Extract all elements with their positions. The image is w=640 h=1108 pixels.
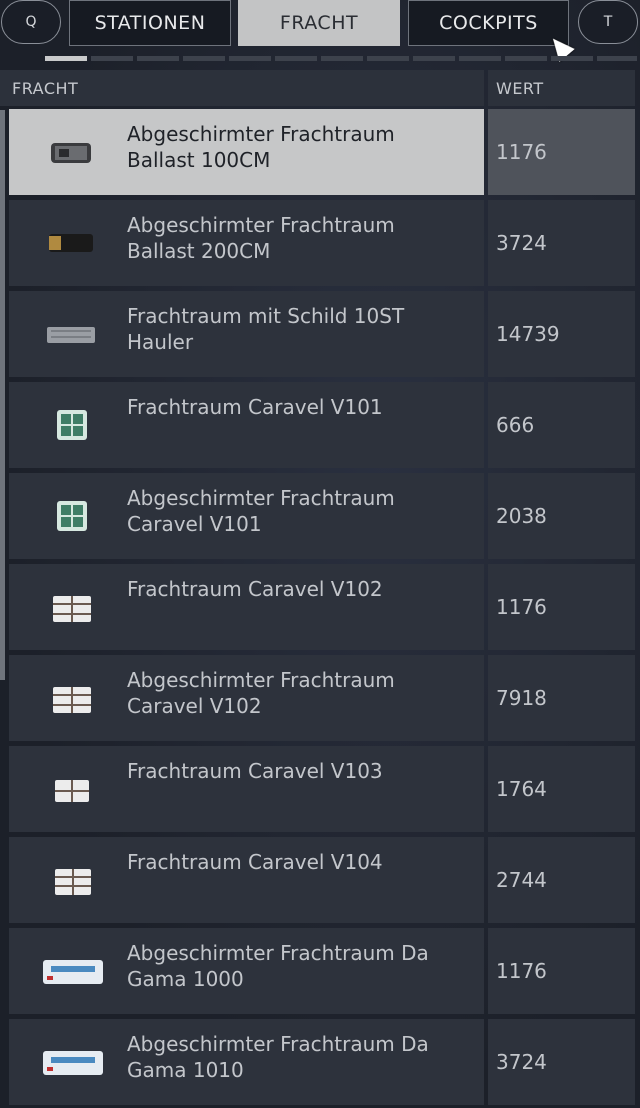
- table-row[interactable]: Frachtraum Caravel V104 2744: [9, 837, 635, 923]
- row-name-cell: Frachtraum Caravel V102: [9, 564, 484, 650]
- row-name-cell: Abgeschirmter Frachtraum Caravel V102: [9, 655, 484, 741]
- table-row[interactable]: Abgeschirmter Frachtraum Da Gama 1010 37…: [9, 1019, 635, 1105]
- cargo-module-icon: [53, 687, 91, 713]
- next-tab-key-hint[interactable]: T: [578, 0, 638, 44]
- row-value: 1176: [488, 928, 635, 1014]
- table-row[interactable]: Abgeschirmter Frachtraum Ballast 200CM 3…: [9, 200, 635, 286]
- page-segment: [137, 56, 179, 61]
- row-name: Frachtraum Caravel V102: [127, 577, 383, 601]
- row-value: 1764: [488, 746, 635, 832]
- table-row[interactable]: Abgeschirmter Frachtraum Caravel V102 79…: [9, 655, 635, 741]
- page-segment: [505, 56, 547, 61]
- list-scrollbar[interactable]: [0, 110, 5, 680]
- table-row[interactable]: Abgeschirmter Frachtraum Ballast 100CM 1…: [9, 109, 635, 195]
- cargo-module-icon: [49, 234, 93, 252]
- row-name: Abgeschirmter Frachtraum Ballast 100CM: [127, 122, 395, 172]
- page-segment: [321, 56, 363, 61]
- tab-stationen[interactable]: STATIONEN: [69, 0, 231, 46]
- page-indicator: [0, 56, 640, 62]
- table-row[interactable]: Frachtraum Caravel V101 666: [9, 382, 635, 468]
- page-segment: [367, 56, 409, 61]
- table-row[interactable]: Frachtraum Caravel V102 1176: [9, 564, 635, 650]
- row-name-cell: Abgeschirmter Frachtraum Caravel V101: [9, 473, 484, 559]
- tab-fracht[interactable]: FRACHT: [238, 0, 400, 46]
- row-name: Abgeschirmter Frachtraum Ballast 200CM: [127, 213, 395, 263]
- row-value: 3724: [488, 1019, 635, 1105]
- page-segment: [459, 56, 501, 61]
- row-name-cell: Frachtraum mit Schild 10ST Hauler: [9, 291, 484, 377]
- table-row[interactable]: Frachtraum mit Schild 10ST Hauler 14739: [9, 291, 635, 377]
- row-value: 3724: [488, 200, 635, 286]
- cargo-module-icon: [57, 410, 87, 440]
- page-segment: [275, 56, 317, 61]
- row-value: 7918: [488, 655, 635, 741]
- row-name-cell: Abgeschirmter Frachtraum Da Gama 1010: [9, 1019, 484, 1105]
- row-name: Abgeschirmter Frachtraum Caravel V102: [127, 668, 395, 718]
- row-value: 1176: [488, 109, 635, 195]
- page-segment: [183, 56, 225, 61]
- cargo-module-icon: [47, 327, 95, 343]
- cargo-module-icon: [51, 143, 91, 163]
- tab-cockpits[interactable]: COCKPITS: [408, 0, 569, 46]
- row-value: 666: [488, 382, 635, 468]
- row-name-cell: Abgeschirmter Frachtraum Ballast 100CM: [9, 109, 484, 195]
- table-row[interactable]: Frachtraum Caravel V103 1764: [9, 746, 635, 832]
- cargo-module-icon: [55, 780, 89, 802]
- cargo-module-icon: [43, 960, 103, 984]
- column-header-fracht[interactable]: FRACHT: [0, 70, 484, 106]
- cargo-module-icon: [57, 501, 87, 531]
- row-name-cell: Frachtraum Caravel V103: [9, 746, 484, 832]
- row-name: Frachtraum Caravel V104: [127, 850, 383, 874]
- row-name: Abgeschirmter Frachtraum Da Gama 1010: [127, 1032, 429, 1082]
- row-name-cell: Abgeschirmter Frachtraum Ballast 200CM: [9, 200, 484, 286]
- page-segment: [91, 56, 133, 61]
- row-name: Abgeschirmter Frachtraum Da Gama 1000: [127, 941, 429, 991]
- row-value: 14739: [488, 291, 635, 377]
- page-segment: [413, 56, 455, 61]
- category-tab-bar: Q STATIONEN FRACHT COCKPITS T: [0, 0, 640, 62]
- row-name: Frachtraum Caravel V103: [127, 759, 383, 783]
- row-name: Abgeschirmter Frachtraum Caravel V101: [127, 486, 395, 536]
- column-header-wert[interactable]: WERT: [488, 70, 635, 106]
- row-name-cell: Abgeschirmter Frachtraum Da Gama 1000: [9, 928, 484, 1014]
- table-row[interactable]: Abgeschirmter Frachtraum Da Gama 1000 11…: [9, 928, 635, 1014]
- row-name: Frachtraum Caravel V101: [127, 395, 383, 419]
- cargo-module-icon: [55, 869, 91, 895]
- row-value: 2744: [488, 837, 635, 923]
- page-segment: [597, 56, 637, 61]
- page-segment: [45, 56, 87, 61]
- cargo-module-icon: [53, 596, 91, 622]
- row-name-cell: Frachtraum Caravel V101: [9, 382, 484, 468]
- table-row[interactable]: Abgeschirmter Frachtraum Caravel V101 20…: [9, 473, 635, 559]
- row-name: Frachtraum mit Schild 10ST Hauler: [127, 304, 405, 354]
- cargo-module-icon: [43, 1051, 103, 1075]
- row-name-cell: Frachtraum Caravel V104: [9, 837, 484, 923]
- page-segment: [229, 56, 271, 61]
- row-value: 2038: [488, 473, 635, 559]
- page-segment: [551, 56, 593, 61]
- row-value: 1176: [488, 564, 635, 650]
- prev-tab-key-hint[interactable]: Q: [1, 0, 61, 44]
